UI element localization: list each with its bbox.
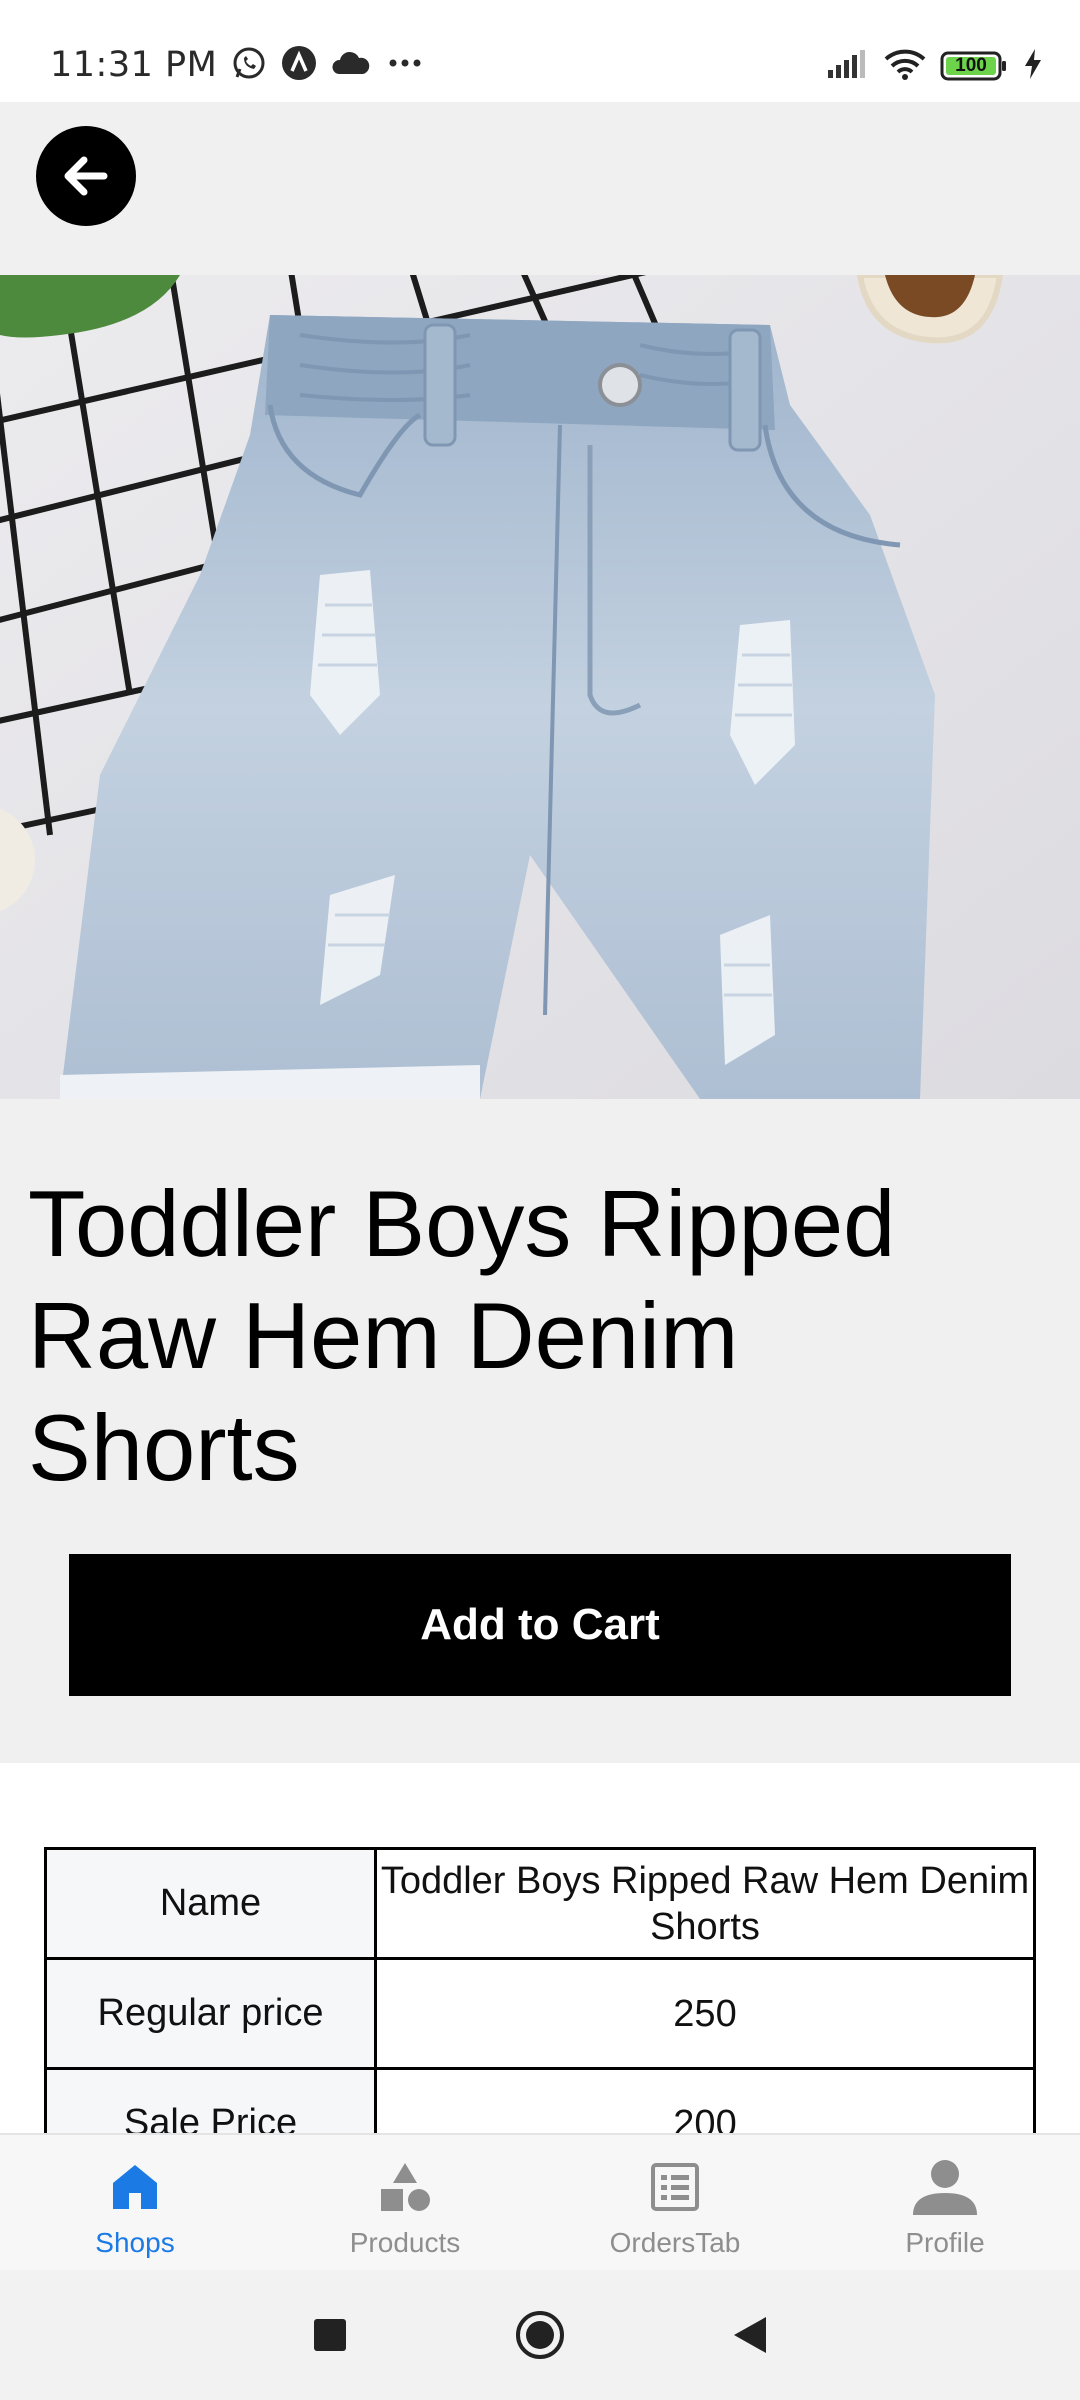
- system-nav: [0, 2270, 1080, 2400]
- nav-label: Shops: [95, 2227, 175, 2258]
- more-icon: [385, 48, 425, 82]
- arrow-left-icon: [64, 156, 108, 196]
- details-section: Name Toddler Boys Ripped Raw Hem Denim S…: [0, 1763, 1080, 2133]
- circle-icon: [516, 2311, 564, 2359]
- status-left: 11:31 PM: [50, 40, 425, 90]
- nav-item-orders[interactable]: OrdersTab: [540, 2135, 810, 2270]
- person-icon: [913, 2160, 977, 2215]
- table-cell-key: Sale Price: [44, 2067, 377, 2133]
- charging-icon: [1022, 47, 1044, 85]
- product-image: [0, 275, 1080, 1099]
- product-title: Toddler Boys Ripped Raw Hem Denim Shorts: [28, 1171, 896, 1500]
- app-icon: [281, 45, 317, 85]
- table-cell-key: Regular price: [44, 1957, 377, 2070]
- status-bar: 11:31 PM 100: [0, 0, 1080, 102]
- nav-item-shops[interactable]: Shops: [0, 2135, 270, 2270]
- battery-icon: 100: [940, 50, 1008, 82]
- whatsapp-icon: [231, 45, 267, 85]
- back-nav-button[interactable]: [720, 2305, 780, 2365]
- square-icon: [314, 2319, 346, 2351]
- nav-item-profile[interactable]: Profile: [810, 2135, 1080, 2270]
- recents-button[interactable]: [300, 2305, 360, 2365]
- cloud-icon: [331, 48, 371, 82]
- table-row: Sale Price 200: [44, 2067, 1036, 2133]
- status-time: 11:31 PM: [50, 45, 218, 85]
- table-cell-value: 200: [374, 2067, 1036, 2133]
- table-row: Regular price 250: [44, 1957, 1036, 2070]
- wifi-icon: [884, 47, 926, 85]
- home-icon: [113, 2165, 157, 2209]
- shapes-icon: [381, 2163, 430, 2211]
- battery-level: 100: [955, 55, 987, 76]
- back-button[interactable]: [36, 126, 136, 226]
- table-cell-value: Toddler Boys Ripped Raw Hem Denim Shorts: [374, 1847, 1036, 1960]
- bottom-nav: Shops Products OrdersTab Profile: [0, 2133, 1080, 2270]
- nav-label: Profile: [905, 2227, 985, 2258]
- nav-item-products[interactable]: Products: [270, 2135, 540, 2270]
- list-icon: [651, 2163, 699, 2211]
- add-to-cart-button[interactable]: Add to Cart: [69, 1554, 1011, 1696]
- home-button[interactable]: [510, 2305, 570, 2365]
- signal-icon: [826, 48, 870, 84]
- triangle-back-icon: [734, 2317, 766, 2353]
- table-cell-value: 250: [374, 1957, 1036, 2070]
- nav-label: Products: [349, 2227, 461, 2258]
- table-row: Name Toddler Boys Ripped Raw Hem Denim S…: [44, 1847, 1036, 1960]
- status-icons-right: 100: [826, 44, 1044, 88]
- nav-label: OrdersTab: [609, 2227, 741, 2258]
- details-table: Name Toddler Boys Ripped Raw Hem Denim S…: [44, 1847, 1036, 2133]
- table-cell-key: Name: [44, 1847, 377, 1960]
- header-bar: [0, 102, 1080, 275]
